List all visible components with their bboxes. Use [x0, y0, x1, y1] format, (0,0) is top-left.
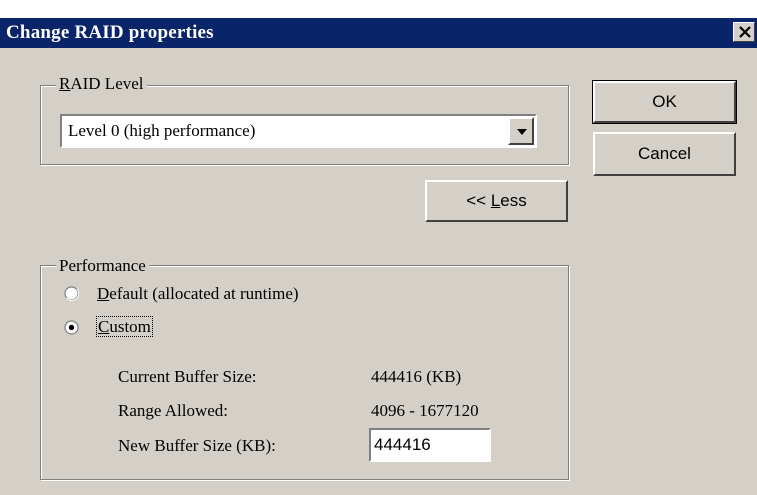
less-button[interactable]: << Less [425, 180, 568, 222]
ok-button[interactable]: OK [592, 80, 737, 124]
ok-button-label: OK [652, 92, 677, 111]
custom-radio-label[interactable]: Custom [96, 316, 153, 337]
raid-level-accel: R [59, 74, 71, 93]
raid-level-dropdown[interactable]: Level 0 (high performance) [60, 114, 537, 148]
default-radio[interactable] [64, 286, 79, 301]
window-title: Change RAID properties [6, 22, 214, 43]
less-rest: ess [500, 191, 527, 210]
current-buffer-value: 444416 (KB) [371, 367, 462, 386]
new-buffer-label: New Buffer Size (KB): [118, 436, 276, 455]
default-accel: D [97, 284, 110, 303]
custom-rest: ustom [109, 317, 151, 336]
current-buffer-label: Current Buffer Size: [118, 367, 257, 386]
raid-level-dropdown-button[interactable] [508, 117, 534, 145]
chevron-down-icon [517, 129, 527, 135]
new-buffer-input[interactable] [369, 428, 491, 462]
less-prefix: << [466, 191, 491, 210]
cancel-button-label: Cancel [638, 144, 691, 163]
screen-top-strip [0, 0, 757, 18]
less-button-label: << Less [466, 182, 527, 220]
raid-level-group-label: RAID Level [56, 75, 147, 93]
custom-accel: C [98, 317, 110, 336]
less-accel: L [490, 191, 501, 210]
close-icon [739, 26, 751, 38]
close-button[interactable] [733, 22, 755, 42]
cancel-button[interactable]: Cancel [593, 132, 736, 176]
range-allowed-value: 4096 - 1677120 [371, 401, 479, 420]
raid-level-label-rest: AID Level [70, 74, 144, 93]
default-radio-label[interactable]: Default (allocated at runtime) [97, 284, 299, 304]
title-bar[interactable]: Change RAID properties [0, 18, 757, 48]
default-rest: efault (allocated at runtime) [109, 284, 299, 303]
performance-group-label: Performance [56, 257, 149, 275]
custom-radio[interactable] [64, 320, 79, 335]
custom-focus-rect: Custom [96, 316, 153, 337]
range-allowed-label: Range Allowed: [118, 401, 229, 420]
raid-level-selected: Level 0 (high performance) [68, 121, 256, 140]
